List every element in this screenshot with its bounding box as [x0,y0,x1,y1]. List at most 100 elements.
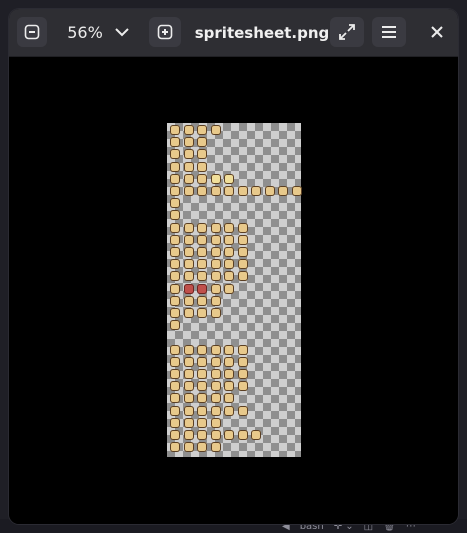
sprite-thumbnail [224,173,234,184]
sprite-thumbnail [210,381,221,392]
sprite-thumbnail [170,308,180,318]
plus-square-icon [157,24,173,40]
sprite-thumbnail [210,222,221,233]
sprite-thumbnail [197,393,207,404]
sprite-thumbnail [197,417,207,428]
sprite-thumbnail [183,344,194,355]
close-icon [431,26,443,38]
sprite-thumbnail [170,125,180,135]
sprite-thumbnail [170,393,180,404]
sprite-thumbnail [224,283,234,294]
sprite-thumbnail [197,149,207,160]
sprite-thumbnail [170,271,180,282]
sprite-thumbnail [224,222,234,233]
sprite-thumbnail [183,381,194,392]
sprite-thumbnail [170,369,180,379]
sprite-thumbnail [197,161,207,172]
sprite-thumbnail [237,186,248,196]
sprite-thumbnail [224,356,234,367]
sprite-thumbnail [170,344,180,355]
sprite-thumbnail [197,283,207,294]
sprite-thumbnail [224,234,234,245]
sprite-thumbnail [170,161,180,172]
main-menu-button[interactable] [372,17,406,47]
zoom-level-dropdown[interactable]: 56% [47,17,149,47]
sprite-thumbnail [264,186,275,196]
sprite-thumbnail [170,247,180,257]
zoom-in-button[interactable] [149,17,181,47]
sprite-thumbnail [197,173,207,184]
sprite-thumbnail [170,186,180,196]
sprite-thumbnail [183,186,194,196]
sprite-thumbnail [170,222,180,233]
sprite-thumbnail [183,405,194,416]
sprite-thumbnail [237,430,248,440]
sprite-thumbnail [197,271,207,282]
sprite-thumbnail [224,393,234,404]
sprite-thumbnail [170,198,180,209]
sprite-thumbnail [197,344,207,355]
zoom-level-value: 56% [67,22,103,42]
sprite-thumbnail [197,356,207,367]
image-viewer-window: 56% spritesheet.png [9,9,458,524]
sprite-thumbnail [210,344,221,355]
sprite-thumbnail [237,356,248,367]
sprite-thumbnail [170,259,180,270]
sprite-thumbnail [197,369,207,379]
sprite-thumbnail [170,234,180,245]
sprite-thumbnail [197,125,207,135]
minus-square-icon [24,24,40,40]
sprite-thumbnail [197,405,207,416]
sprite-thumbnail [210,283,221,294]
sprite-thumbnail [197,137,207,148]
sprite-thumbnail [224,430,234,440]
sprite-thumbnail [197,247,207,257]
expand-icon [339,24,355,40]
sprite-thumbnail [210,271,221,282]
sprite-thumbnail [237,222,248,233]
sprite-thumbnail [210,442,221,453]
sprite-thumbnail [183,271,194,282]
fullscreen-button[interactable] [330,17,364,47]
header-bar: 56% spritesheet.png [9,9,458,57]
sprite-thumbnail [183,393,194,404]
sprite-thumbnail [224,186,234,196]
zoom-out-button[interactable] [17,17,47,47]
sprite-thumbnail [170,295,180,306]
sprite-thumbnail [183,222,194,233]
sprite-thumbnail [237,344,248,355]
sprite-thumbnail [183,369,194,379]
sprite-thumbnail [210,173,221,184]
sprite-thumbnail [183,234,194,245]
sprite-thumbnail [170,405,180,416]
sprite-thumbnail [224,271,234,282]
sprite-thumbnail [237,381,248,392]
sprite-thumbnail [210,308,221,318]
close-button[interactable] [422,17,452,47]
sprite-thumbnail [210,125,221,135]
sprite-thumbnail [197,234,207,245]
sprite-thumbnail [170,381,180,392]
sprite-thumbnail [197,186,207,196]
sprite-thumbnail [210,393,221,404]
sprite-thumbnail [183,356,194,367]
sprite-thumbnail [210,259,221,270]
sprite-thumbnail [183,442,194,453]
sprite-thumbnail [237,234,248,245]
sprite-thumbnail [170,173,180,184]
sprite-thumbnail [224,259,234,270]
sprite-thumbnail [210,405,221,416]
sprite-thumbnail [170,283,180,294]
sprite-thumbnail [183,247,194,257]
sprite-thumbnail [224,405,234,416]
sprite-thumbnail [237,259,248,270]
sprite-thumbnail [237,369,248,379]
sprite-thumbnail [224,381,234,392]
sprite-thumbnail [183,161,194,172]
sprite-thumbnail [237,405,248,416]
sprite-thumbnail [251,430,261,440]
sprite-thumbnail [197,381,207,392]
image-canvas[interactable] [9,57,458,524]
sprite-thumbnail [224,369,234,379]
sprite-thumbnail [183,283,194,294]
